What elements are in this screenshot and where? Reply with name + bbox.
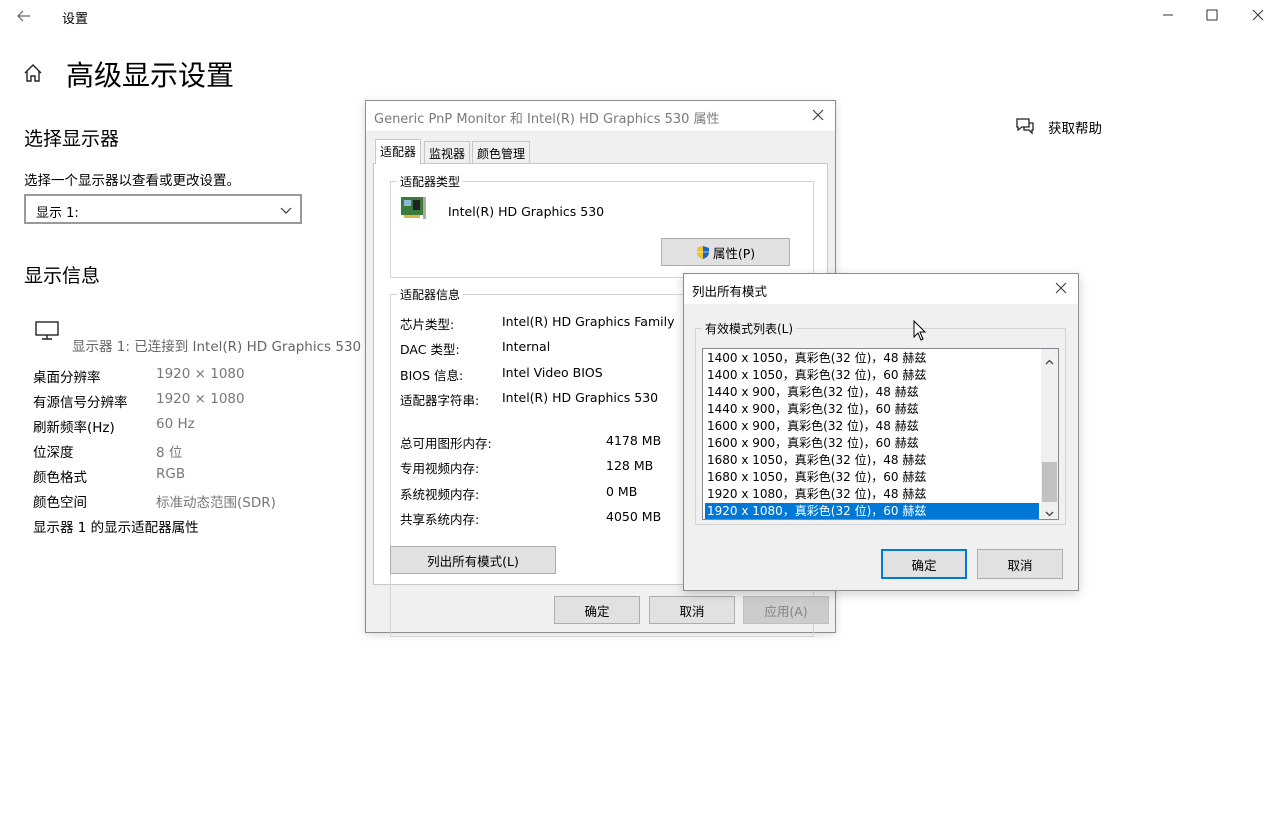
info-value: 标准动态范围(SDR)	[156, 495, 276, 511]
cancel-button[interactable]: 取消	[649, 596, 735, 624]
list-item[interactable]: 1600 x 900，真彩色(32 位)，60 赫兹	[705, 435, 1039, 452]
help-link[interactable]: 获取帮助	[1048, 117, 1102, 137]
close-icon[interactable]	[1054, 280, 1070, 296]
adapter-type-label: 适配器类型	[397, 173, 464, 190]
list-item-selected[interactable]: 1920 x 1080，真彩色(32 位)，60 赫兹	[705, 503, 1039, 519]
info-value: 60 Hz	[156, 416, 195, 432]
minimize-icon[interactable]	[1157, 4, 1179, 26]
list-item[interactable]: 1400 x 1050，真彩色(32 位)，48 赫兹	[705, 350, 1039, 367]
info-label: 桌面分辨率	[33, 370, 101, 386]
info-value: 1920 × 1080	[156, 391, 245, 407]
memory-label: 总可用图形内存:	[400, 436, 492, 451]
back-arrow-icon[interactable]	[14, 6, 34, 26]
list-item[interactable]: 1600 x 900，真彩色(32 位)，48 赫兹	[705, 418, 1039, 435]
list-item[interactable]: 1440 x 900，真彩色(32 位)，60 赫兹	[705, 401, 1039, 418]
memory-label: 系统视频内存:	[400, 487, 480, 502]
list-scrollbar[interactable]	[1041, 349, 1058, 519]
info-value: RGB	[156, 466, 186, 482]
adapter-properties-button[interactable]: 属性(P)	[661, 238, 790, 266]
info-label: 刷新频率(Hz)	[33, 420, 115, 436]
ok-button[interactable]: 确定	[554, 596, 640, 624]
chevron-down-icon	[280, 204, 292, 216]
mouse-cursor-icon	[913, 319, 927, 342]
tab-color-management[interactable]: 颜色管理	[472, 141, 531, 163]
dialog-titlebar: 列出所有模式	[684, 274, 1078, 304]
adapter-properties-label: 属性(P)	[712, 245, 756, 261]
adapter-info-value: Intel(R) HD Graphics Family	[502, 314, 675, 329]
memory-value: 4050 MB	[606, 509, 662, 524]
adapter-info-label: 芯片类型:	[400, 317, 455, 332]
dialog-title: Generic PnP Monitor 和 Intel(R) HD Graphi…	[374, 112, 720, 127]
apply-button[interactable]: 应用(A)	[743, 596, 829, 624]
info-value: 8 位	[156, 445, 183, 461]
dialog-titlebar: Generic PnP Monitor 和 Intel(R) HD Graphi…	[366, 101, 835, 131]
display-info-heading: 显示信息	[24, 265, 101, 287]
info-label: 有源信号分辨率	[33, 395, 128, 411]
monitor-icon	[34, 320, 60, 342]
info-label: 颜色格式	[33, 470, 87, 486]
list-item[interactable]: 1920 x 1080，真彩色(32 位)，48 赫兹	[705, 486, 1039, 503]
list-item[interactable]: 1680 x 1050，真彩色(32 位)，48 赫兹	[705, 452, 1039, 469]
list-all-modes-button[interactable]: 列出所有模式(L)	[390, 546, 556, 574]
adapter-properties-link[interactable]: 显示器 1 的显示适配器属性	[33, 516, 199, 536]
select-display-heading: 选择显示器	[24, 128, 120, 150]
help-chat-icon[interactable]	[1014, 116, 1036, 136]
list-all-modes-dialog: 列出所有模式 有效模式列表(L) 1400 x 1050，真彩色(32 位)，4…	[683, 273, 1079, 591]
cancel-button[interactable]: 取消	[977, 549, 1063, 579]
window-title: 设置	[62, 12, 89, 27]
valid-modes-label: 有效模式列表(L)	[702, 320, 797, 337]
display-dropdown[interactable]: 显示 1:	[24, 194, 302, 224]
select-display-hint: 选择一个显示器以查看或更改设置。	[24, 173, 240, 189]
adapter-name: Intel(R) HD Graphics 530	[448, 204, 605, 219]
monitor-connected-text: 显示器 1: 已连接到 Intel(R) HD Graphics 530	[72, 339, 362, 355]
maximize-icon[interactable]	[1201, 4, 1223, 26]
memory-label: 专用视频内存:	[400, 461, 480, 476]
tab-adapter[interactable]: 适配器	[375, 139, 422, 164]
modes-listbox[interactable]: 1400 x 1050，真彩色(32 位)，48 赫兹 1400 x 1050，…	[702, 348, 1059, 520]
close-icon[interactable]	[1247, 4, 1269, 26]
graphics-card-icon	[400, 193, 428, 221]
info-label: 颜色空间	[33, 495, 87, 511]
memory-value: 128 MB	[606, 458, 654, 473]
scroll-up-icon[interactable]	[1044, 353, 1055, 365]
info-value: 1920 × 1080	[156, 366, 245, 382]
memory-value: 0 MB	[606, 484, 638, 499]
adapter-info-label: 适配器信息	[397, 286, 464, 303]
info-label: 位深度	[33, 445, 74, 461]
close-icon[interactable]	[811, 107, 827, 123]
scroll-down-icon[interactable]	[1044, 504, 1055, 517]
adapter-info-label: DAC 类型:	[400, 342, 460, 357]
home-icon[interactable]	[22, 62, 44, 84]
memory-value: 4178 MB	[606, 433, 662, 448]
adapter-info-label: BIOS 信息:	[400, 368, 464, 383]
adapter-info-value: Intel Video BIOS	[502, 365, 603, 380]
list-item[interactable]: 1440 x 900，真彩色(32 位)，48 赫兹	[705, 384, 1039, 401]
adapter-info-value: Intel(R) HD Graphics 530	[502, 390, 659, 405]
memory-label: 共享系统内存:	[400, 512, 480, 527]
adapter-info-value: Internal	[502, 339, 551, 354]
tab-monitor[interactable]: 监视器	[424, 141, 471, 163]
adapter-type-group: 适配器类型 Intel(R) HD Graphics 530 属性(P)	[390, 173, 814, 278]
list-item[interactable]: 1400 x 1050，真彩色(32 位)，60 赫兹	[705, 367, 1039, 384]
list-item[interactable]: 1680 x 1050，真彩色(32 位)，60 赫兹	[705, 469, 1039, 486]
ok-button[interactable]: 确定	[881, 549, 967, 579]
display-dropdown-value: 显示 1:	[36, 206, 79, 221]
uac-shield-icon	[696, 245, 710, 260]
adapter-info-label: 适配器字符串:	[400, 393, 480, 408]
page-title: 高级显示设置	[66, 59, 235, 92]
scrollbar-thumb[interactable]	[1042, 462, 1057, 502]
dialog-title: 列出所有模式	[692, 284, 768, 299]
